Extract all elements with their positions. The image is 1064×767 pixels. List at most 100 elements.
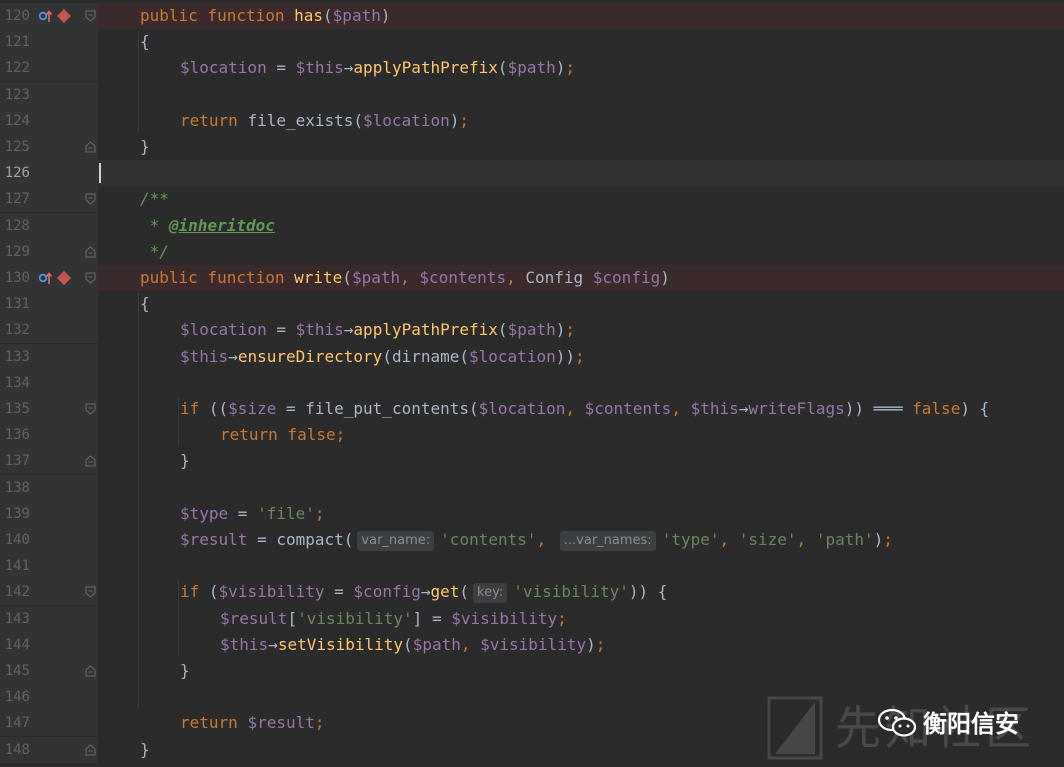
- line-number[interactable]: 122: [0, 55, 30, 81]
- gutter[interactable]: 126: [0, 160, 98, 187]
- code-text[interactable]: }: [180, 658, 190, 684]
- line-number[interactable]: 130: [0, 265, 30, 291]
- line-number[interactable]: 133: [0, 344, 30, 370]
- gutter[interactable]: 144: [0, 631, 98, 658]
- code-text[interactable]: $type = 'file';: [180, 501, 325, 527]
- code-area[interactable]: [98, 29, 1064, 55]
- gutter[interactable]: 131: [0, 291, 98, 318]
- code-area[interactable]: [98, 186, 1064, 212]
- gutter[interactable]: 137: [0, 448, 98, 475]
- line-number[interactable]: 137: [0, 448, 30, 474]
- fold-end-icon[interactable]: [85, 665, 96, 677]
- code-area[interactable]: [98, 134, 1064, 160]
- line-number[interactable]: 129: [0, 239, 30, 265]
- line-number[interactable]: 126: [0, 160, 30, 186]
- gutter[interactable]: 120: [0, 3, 98, 29]
- code-line[interactable]: 125}: [0, 134, 1064, 160]
- code-text[interactable]: $location = $this→applyPathPrefix($path)…: [180, 317, 575, 343]
- gutter[interactable]: 135: [0, 396, 98, 422]
- code-area[interactable]: [98, 370, 1064, 396]
- code-line[interactable]: 133 $this→ensureDirectory(dirname($locati…: [0, 343, 1064, 370]
- code-text[interactable]: if ($visibility = $config→get(key:'visib…: [180, 579, 667, 605]
- code-line[interactable]: 130 public function write($path, $content…: [0, 265, 1064, 291]
- code-line[interactable]: 124 return file_exists($location);: [0, 107, 1064, 134]
- code-line[interactable]: 141: [0, 553, 1064, 580]
- fold-start-icon[interactable]: [85, 272, 96, 284]
- code-line[interactable]: 123: [0, 81, 1064, 108]
- line-number[interactable]: 128: [0, 213, 30, 239]
- line-number[interactable]: 125: [0, 134, 30, 160]
- code-text[interactable]: $location = $this→applyPathPrefix($path)…: [180, 55, 575, 81]
- code-line[interactable]: 139 $type = 'file';: [0, 500, 1064, 527]
- gutter[interactable]: 143: [0, 605, 98, 632]
- gutter[interactable]: 125: [0, 134, 98, 160]
- code-area[interactable]: [98, 658, 1064, 684]
- code-text[interactable]: public function write($path, $contents, …: [140, 265, 670, 291]
- gutter[interactable]: 129: [0, 238, 98, 265]
- code-text[interactable]: * @inheritdoc: [140, 213, 275, 239]
- code-text[interactable]: public function has($path): [140, 3, 390, 29]
- breakpoint-icon[interactable]: [56, 8, 72, 24]
- line-number[interactable]: 142: [0, 579, 30, 605]
- gutter[interactable]: 139: [0, 500, 98, 527]
- gutter[interactable]: 140: [0, 527, 98, 553]
- code-line[interactable]: 143 $result['visibility'] = $visibility;: [0, 605, 1064, 632]
- code-line[interactable]: 136 return false;: [0, 422, 1064, 449]
- line-number[interactable]: 143: [0, 606, 30, 632]
- gutter[interactable]: 121: [0, 29, 98, 56]
- code-line[interactable]: 121 {: [0, 29, 1064, 56]
- code-text[interactable]: }: [180, 448, 190, 474]
- code-line[interactable]: 129 */: [0, 238, 1064, 265]
- code-text[interactable]: */: [140, 239, 169, 265]
- line-number[interactable]: 131: [0, 291, 30, 317]
- line-number[interactable]: 135: [0, 396, 30, 422]
- code-text[interactable]: $this→ensureDirectory(dirname($location)…: [180, 344, 585, 370]
- code-line[interactable]: 138: [0, 474, 1064, 501]
- gutter[interactable]: 142: [0, 579, 98, 606]
- fold-end-icon[interactable]: [85, 455, 96, 467]
- code-text[interactable]: return file_exists($location);: [180, 108, 469, 134]
- fold-start-icon[interactable]: [85, 403, 96, 415]
- code-line[interactable]: 140 $result = compact(var_name: 'contents'…: [0, 527, 1064, 553]
- gutter[interactable]: 124: [0, 107, 98, 134]
- code-line[interactable]: 142 if ($visibility = $config→get(key:'vi…: [0, 579, 1064, 606]
- code-line[interactable]: 135 if (($size = file_put_contents($locat…: [0, 396, 1064, 422]
- code-area[interactable]: [98, 448, 1064, 474]
- line-number[interactable]: 123: [0, 82, 30, 108]
- code-line[interactable]: 120 public function has($path): [0, 3, 1064, 29]
- line-number[interactable]: 140: [0, 527, 30, 553]
- gutter[interactable]: 146: [0, 684, 98, 711]
- code-text[interactable]: {: [140, 29, 150, 55]
- code-line[interactable]: 128 * @inheritdoc: [0, 212, 1064, 239]
- gutter[interactable]: 133: [0, 343, 98, 370]
- gutter[interactable]: 148: [0, 736, 98, 763]
- code-text[interactable]: }: [140, 737, 150, 763]
- gutter[interactable]: 145: [0, 658, 98, 684]
- code-line[interactable]: 126: [0, 160, 1064, 187]
- code-line[interactable]: 132 $location = $this→applyPathPrefix($pa…: [0, 317, 1064, 344]
- code-text[interactable]: return false;: [220, 422, 345, 448]
- gutter[interactable]: 138: [0, 474, 98, 501]
- code-text[interactable]: {: [140, 291, 150, 317]
- code-text[interactable]: $this→setVisibility($path, $visibility);: [220, 632, 605, 658]
- implements-method-icon[interactable]: [38, 9, 52, 23]
- fold-start-icon[interactable]: [85, 193, 96, 206]
- line-number[interactable]: 136: [0, 422, 30, 448]
- line-number[interactable]: 124: [0, 108, 30, 134]
- line-number[interactable]: 144: [0, 632, 30, 658]
- line-number[interactable]: 141: [0, 553, 30, 579]
- fold-end-icon[interactable]: [85, 743, 96, 756]
- gutter[interactable]: 128: [0, 212, 98, 239]
- code-text[interactable]: return $result;: [180, 710, 325, 736]
- code-area[interactable]: [98, 475, 1064, 501]
- code-area[interactable]: [98, 553, 1064, 579]
- gutter[interactable]: 127: [0, 186, 98, 213]
- line-number[interactable]: 146: [0, 684, 30, 710]
- code-text[interactable]: $result['visibility'] = $visibility;: [220, 606, 567, 632]
- gutter[interactable]: 136: [0, 422, 98, 449]
- line-number[interactable]: 147: [0, 710, 30, 736]
- line-number[interactable]: 121: [0, 29, 30, 55]
- breakpoint-icon[interactable]: [56, 270, 72, 286]
- code-line[interactable]: 137}: [0, 448, 1064, 475]
- code-area[interactable]: [98, 291, 1064, 317]
